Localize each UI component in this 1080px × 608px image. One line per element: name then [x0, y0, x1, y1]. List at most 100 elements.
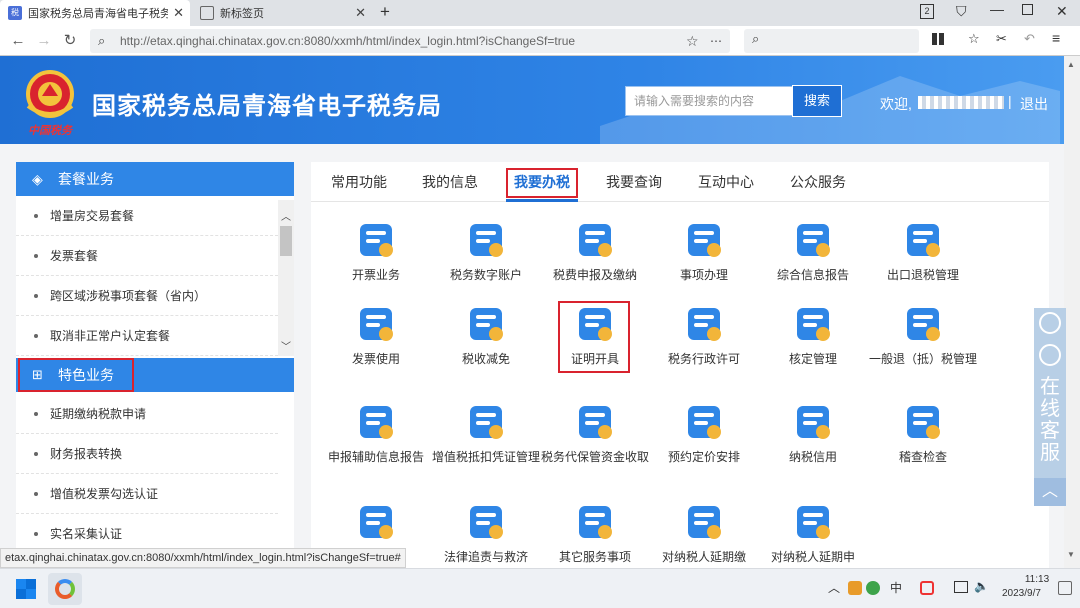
- online-service-label[interactable]: 在线客服: [1038, 376, 1062, 464]
- scroll-thumb[interactable]: [280, 226, 292, 256]
- site-favicon-icon: 税: [8, 6, 22, 20]
- credit-shield-icon: [791, 400, 835, 444]
- wechat-icon[interactable]: [1039, 312, 1061, 334]
- site-search-button[interactable]: 搜索: [792, 85, 842, 117]
- service-label: 稽查检查: [898, 450, 947, 464]
- service-label: 对纳税人延期申: [770, 550, 855, 564]
- page-icon: [200, 6, 214, 20]
- service-label: 纳税信用: [788, 450, 837, 464]
- service-item[interactable]: 开票业务: [321, 218, 431, 283]
- service-item[interactable]: 税务数字账户: [431, 218, 541, 283]
- favorites-icon[interactable]: ☆: [968, 31, 980, 47]
- service-item[interactable]: 其它服务事项: [540, 500, 650, 565]
- browser-tab-active[interactable]: 税 国家税务总局青海省电子税务局 ✕: [0, 0, 190, 26]
- service-item[interactable]: 税收减免: [431, 302, 541, 367]
- taskbar: ︿ 中 🔈 11:13 2023/9/7: [0, 568, 1080, 608]
- service-item[interactable]: 纳税信用: [758, 400, 868, 465]
- service-item[interactable]: 事项办理: [649, 218, 759, 283]
- service-item[interactable]: 预约定价安排: [649, 400, 759, 465]
- back-icon[interactable]: ←: [8, 31, 28, 51]
- sidebar-item[interactable]: 财务报表转换: [16, 434, 278, 474]
- service-item[interactable]: 综合信息报告: [758, 218, 868, 283]
- tray-app-icon[interactable]: [866, 581, 880, 595]
- minimize-icon[interactable]: —: [990, 1, 1004, 17]
- layers-icon: ◈: [32, 171, 43, 187]
- service-item[interactable]: 税务代保管资金收取: [540, 400, 650, 465]
- sidebar-item[interactable]: 跨区域涉税事项套餐（省内）: [16, 276, 278, 316]
- service-item[interactable]: 一般退（抵）税管理: [868, 302, 978, 367]
- sidebar-item[interactable]: 延期缴纳税款申请: [16, 394, 278, 434]
- search-icon: ⌕: [752, 31, 760, 46]
- service-item[interactable]: 发票使用: [321, 302, 431, 367]
- close-tab-icon[interactable]: ✕: [173, 5, 184, 21]
- service-item[interactable]: 法律追责与救济: [431, 500, 541, 565]
- grid-icon[interactable]: [932, 33, 944, 45]
- scroll-down-icon[interactable]: ▼: [1067, 550, 1075, 559]
- service-item[interactable]: 增值税抵扣凭证管理: [431, 400, 541, 465]
- url-field[interactable]: ⌕ http://etax.qinghai.chinatax.gov.cn:80…: [90, 29, 730, 53]
- sidebar-item[interactable]: 增值税发票勾选认证: [16, 474, 278, 514]
- weibo-icon[interactable]: [1039, 344, 1061, 366]
- page-scrollbar[interactable]: ▲ ▼: [1064, 56, 1080, 568]
- shirt-icon[interactable]: ⛉: [956, 3, 967, 20]
- sidebar-item[interactable]: 发票套餐: [16, 236, 278, 276]
- tray-app-icon[interactable]: [848, 581, 862, 595]
- sidebar-scrollbar[interactable]: ︿ ﹀: [278, 200, 294, 356]
- close-tab-icon[interactable]: ✕: [355, 5, 366, 21]
- logout-link[interactable]: 退出: [1020, 94, 1048, 114]
- money-bag-hand-icon: [573, 400, 617, 444]
- scroll-up-icon[interactable]: ▲: [1067, 60, 1075, 69]
- service-item[interactable]: 税务行政许可: [649, 302, 759, 367]
- window-close-icon[interactable]: ✕: [1056, 3, 1068, 20]
- ime-indicator[interactable]: 中: [890, 579, 902, 596]
- vat-voucher-icon: [464, 400, 508, 444]
- sidebar-section-package[interactable]: ◈ 套餐业务: [16, 162, 294, 196]
- more-icon[interactable]: ⋯: [710, 29, 722, 53]
- undo-icon[interactable]: ↶: [1024, 31, 1035, 47]
- person-gear-icon: [354, 500, 398, 544]
- tab-common[interactable]: 常用功能: [331, 162, 387, 202]
- sidebar-item[interactable]: 取消非正常户认定套餐: [16, 316, 278, 356]
- tab-count-badge[interactable]: 2: [920, 4, 934, 19]
- online-service-bar[interactable]: 在线客服 ︿: [1034, 308, 1066, 506]
- service-item[interactable]: 申报辅助信息报告: [321, 400, 431, 465]
- active-tab-underline: [506, 199, 578, 202]
- chevron-up-icon[interactable]: ︿: [281, 208, 291, 223]
- reload-icon[interactable]: ↻: [60, 31, 80, 51]
- service-item[interactable]: 对纳税人延期缴: [649, 500, 759, 565]
- star-icon[interactable]: ☆: [686, 29, 699, 53]
- service-item[interactable]: 对纳税人延期申: [758, 500, 868, 565]
- network-icon[interactable]: [954, 581, 968, 593]
- tray-chevron-icon[interactable]: ︿: [828, 579, 840, 596]
- forward-icon[interactable]: →: [34, 31, 54, 51]
- volume-icon[interactable]: 🔈: [974, 579, 989, 593]
- service-item[interactable]: 稽查检查: [868, 400, 978, 465]
- windows-start-icon[interactable]: [16, 579, 36, 599]
- notification-icon[interactable]: [1058, 581, 1072, 595]
- browser-search-field[interactable]: ⌕: [744, 29, 919, 53]
- search-icon: ⌕: [98, 33, 106, 48]
- scissors-icon[interactable]: ✂: [996, 31, 1007, 47]
- sidebar-item[interactable]: 增量房交易套餐: [16, 196, 278, 236]
- tab-title: 国家税务总局青海省电子税务局: [28, 8, 168, 20]
- site-search-input[interactable]: 请输入需要搜索的内容: [625, 86, 793, 116]
- tab-public-service[interactable]: 公众服务: [790, 162, 846, 202]
- tab-my-info[interactable]: 我的信息: [422, 162, 478, 202]
- service-label: 其它服务事项: [558, 550, 631, 564]
- menu-icon[interactable]: ≡: [1052, 30, 1060, 46]
- tab-interaction[interactable]: 互动中心: [698, 162, 754, 202]
- browser-taskbar-button[interactable]: [48, 573, 82, 605]
- new-tab-button[interactable]: +: [380, 2, 390, 22]
- maximize-icon[interactable]: [1022, 4, 1033, 15]
- chevron-down-icon[interactable]: ﹀: [281, 338, 291, 353]
- main-panel: 常用功能 我的信息 我要办税 我要查询 互动中心 公众服务 开票业务 税务数字账户…: [311, 162, 1049, 568]
- service-item[interactable]: 出口退税管理: [868, 218, 978, 283]
- back-to-top-icon[interactable]: ︿: [1034, 478, 1066, 506]
- tray-app-icon[interactable]: [920, 581, 934, 595]
- tab-query[interactable]: 我要查询: [606, 162, 662, 202]
- service-item[interactable]: 核定管理: [758, 302, 868, 367]
- browser-tab[interactable]: 新标签页 ✕: [192, 0, 372, 26]
- service-label: 申报辅助信息报告: [327, 450, 424, 464]
- service-label: 增值税抵扣凭证管理: [431, 450, 540, 464]
- service-item[interactable]: 税费申报及缴纳: [540, 218, 650, 283]
